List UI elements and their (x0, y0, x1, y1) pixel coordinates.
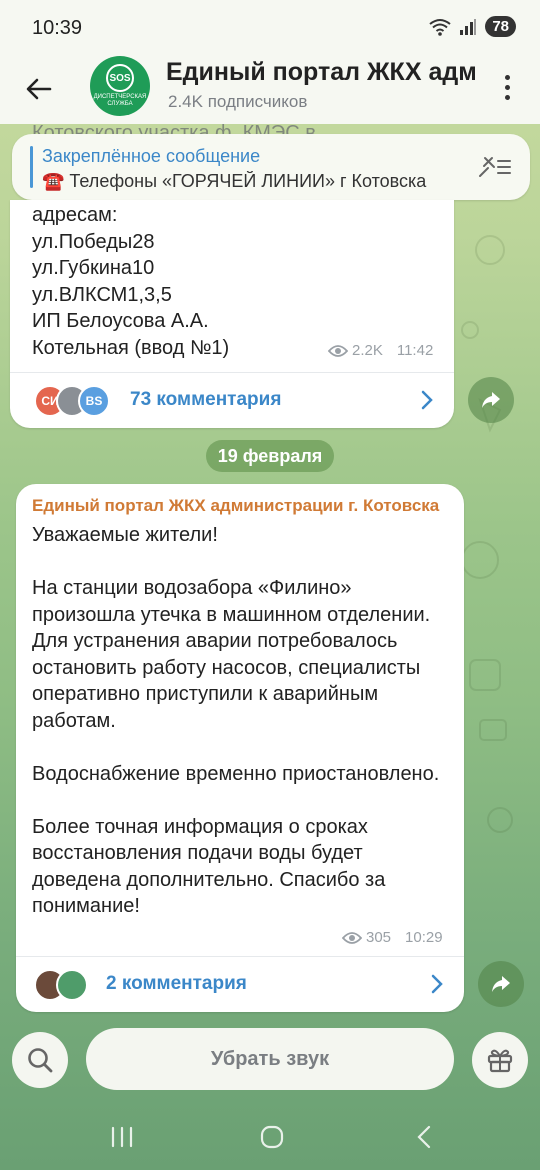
avatar-caption: ДИСПЕТЧЕРСКАЯ СЛУЖБА (93, 94, 147, 107)
commenter-avatars (34, 969, 88, 1001)
view-count: 305 (366, 929, 392, 946)
system-navigation-bar (0, 1100, 540, 1170)
comments-link[interactable]: 73 комментария (130, 389, 281, 411)
message-meta: 305 10:29 (342, 929, 443, 946)
message-text: адресам: ул.Победы28 ул.Губкина10 ул.ВЛК… (32, 204, 230, 359)
pin-list-icon (479, 157, 511, 177)
wifi-icon (429, 18, 451, 36)
subscriber-count: 2.4K подписчиков (168, 92, 308, 111)
search-icon (28, 1048, 53, 1073)
share-button[interactable] (468, 377, 514, 423)
home-button[interactable] (252, 1122, 292, 1152)
channel-title[interactable]: Единый портал ЖКХ администрации г. Котов… (166, 58, 476, 87)
comments-row[interactable]: СИ BS 73 комментария (10, 372, 454, 428)
avatar: BS (78, 385, 110, 417)
pinned-label: Закреплённое сообщение (42, 146, 261, 166)
date-separator: 19 февраля (206, 440, 334, 472)
status-time: 10:39 (32, 17, 83, 39)
channel-message[interactable]: адресам: ул.Победы28 ул.Губкина10 ул.ВЛК… (10, 200, 454, 428)
avatar-sos-badge: SOS (106, 64, 134, 92)
channel-message[interactable]: Единый портал ЖКХ администрации г. Котов… (16, 484, 464, 1012)
signal-icon (460, 18, 477, 35)
arrow-left-icon (26, 78, 52, 100)
comments-row[interactable]: 2 комментария (16, 956, 464, 1012)
back-button[interactable] (20, 70, 58, 108)
system-back-button[interactable] (404, 1122, 444, 1152)
comments-link[interactable]: 2 комментария (106, 973, 247, 995)
more-options-button[interactable] (492, 70, 522, 104)
share-arrow-icon (492, 976, 510, 992)
sender-name[interactable]: Единый портал ЖКХ администрации г. Котов… (32, 496, 456, 516)
eye-icon (328, 344, 348, 357)
share-button[interactable] (478, 961, 524, 1007)
message-time: 11:42 (396, 342, 434, 359)
pinned-indicator (30, 146, 33, 188)
search-button[interactable] (12, 1032, 68, 1088)
view-count: 2.2K (352, 342, 383, 359)
message-meta: 2.2K 11:42 (328, 342, 433, 359)
message-text: Уважаемые жители! На станции водозабора … (32, 524, 440, 917)
pinned-message-bar[interactable]: Закреплённое сообщение ☎️ Телефоны «ГОРЯ… (12, 134, 530, 200)
pinned-list-button[interactable] (476, 154, 512, 185)
chevron-right-icon (431, 974, 443, 994)
mute-button[interactable]: Убрать звук (86, 1028, 454, 1090)
recent-apps-icon (111, 1126, 133, 1148)
chevron-left-icon (417, 1125, 431, 1149)
status-icons: 78 (429, 16, 516, 37)
channel-avatar[interactable]: SOS ДИСПЕТЧЕРСКАЯ СЛУЖБА (90, 56, 150, 116)
share-arrow-icon (482, 392, 500, 408)
channel-header: SOS ДИСПЕТЧЕРСКАЯ СЛУЖБА Единый портал Ж… (0, 56, 540, 124)
status-bar: 10:39 78 (0, 0, 540, 56)
eye-icon (342, 931, 362, 944)
gift-icon (487, 1049, 513, 1073)
battery-indicator: 78 (485, 16, 516, 37)
chevron-right-icon (421, 390, 433, 410)
recent-apps-button[interactable] (102, 1122, 142, 1152)
gift-button[interactable] (472, 1032, 528, 1088)
channel-bottom-bar: Убрать звук (0, 1028, 540, 1090)
avatar (56, 969, 88, 1001)
commenter-avatars: СИ BS (34, 385, 110, 417)
pinned-text: ☎️ Телефоны «ГОРЯЧЕЙ ЛИНИИ» г Котовска (42, 171, 427, 191)
message-time: 10:29 (405, 929, 443, 946)
home-icon (260, 1125, 284, 1149)
